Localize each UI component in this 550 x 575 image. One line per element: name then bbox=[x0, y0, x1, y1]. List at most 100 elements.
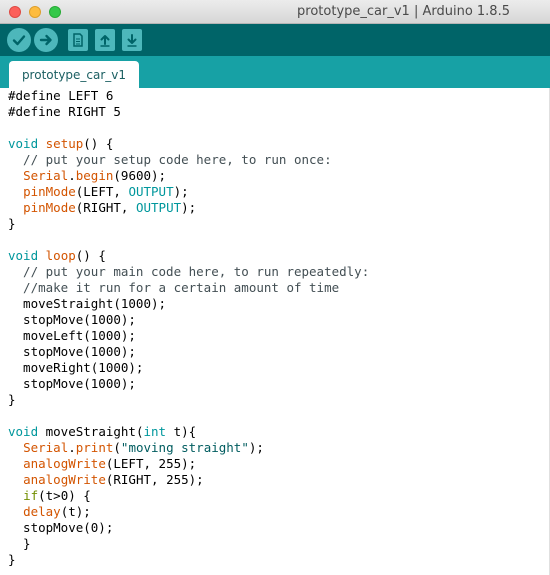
code-token: void bbox=[8, 136, 39, 151]
tab-prototype-car-v1[interactable]: prototype_car_v1 bbox=[9, 61, 139, 88]
down-arrow-icon bbox=[127, 34, 137, 47]
code-line[interactable]: pinMode(LEFT, OUTPUT); bbox=[8, 184, 369, 200]
code-token: moveRight(1000); bbox=[8, 360, 144, 375]
code-line[interactable]: delay(t); bbox=[8, 504, 369, 520]
open-button[interactable] bbox=[95, 29, 115, 51]
code-token: (RIGHT, 255); bbox=[105, 472, 204, 487]
code-token: () { bbox=[75, 248, 106, 263]
code-token: moveStraight( bbox=[38, 424, 144, 439]
code-line[interactable]: void loop() { bbox=[8, 248, 369, 264]
code-token: begin bbox=[75, 168, 114, 183]
new-sketch-button[interactable] bbox=[68, 29, 88, 51]
code-line[interactable]: stopMove(1000); bbox=[8, 344, 369, 360]
code-line[interactable]: void setup() { bbox=[8, 136, 369, 152]
code-token: if bbox=[23, 488, 39, 503]
code-token: //make it run for a certain amount of ti… bbox=[8, 280, 340, 295]
code-token: . bbox=[68, 168, 76, 183]
code-token: analogWrite bbox=[23, 472, 106, 487]
code-line[interactable]: stopMove(1000); bbox=[8, 376, 369, 392]
code-line[interactable]: moveLeft(1000); bbox=[8, 328, 369, 344]
code-token: stopMove(1000); bbox=[8, 312, 136, 327]
save-button[interactable] bbox=[122, 29, 142, 51]
code-line[interactable]: void moveStraight(int t){ bbox=[8, 424, 369, 440]
code-line[interactable]: } bbox=[8, 216, 369, 232]
code-line[interactable]: //make it run for a certain amount of ti… bbox=[8, 280, 369, 296]
code-token: moveStraight(1000); bbox=[8, 296, 167, 311]
code-line[interactable]: pinMode(RIGHT, OUTPUT); bbox=[8, 200, 369, 216]
code-token: (LEFT, 255); bbox=[105, 456, 197, 471]
code-line[interactable]: // put your setup code here, to run once… bbox=[8, 152, 369, 168]
code-token: (t); bbox=[60, 504, 91, 519]
code-token: ); bbox=[181, 200, 197, 215]
code-token: void bbox=[8, 424, 39, 439]
maximize-window-button[interactable] bbox=[49, 6, 61, 18]
code-line[interactable]: analogWrite(RIGHT, 255); bbox=[8, 472, 369, 488]
code-line[interactable]: } bbox=[8, 536, 369, 552]
document-icon bbox=[73, 33, 83, 47]
code-line[interactable]: #define LEFT 6 bbox=[8, 88, 369, 104]
code-token: setup bbox=[45, 136, 84, 151]
code-token: (RIGHT, bbox=[75, 200, 136, 215]
code-line[interactable]: moveStraight(1000); bbox=[8, 296, 369, 312]
code-line[interactable]: Serial.begin(9600); bbox=[8, 168, 369, 184]
upload-button[interactable] bbox=[34, 28, 58, 52]
code-line[interactable]: // put your main code here, to run repea… bbox=[8, 264, 369, 280]
window-title: prototype_car_v1 | Arduino 1.8.5 bbox=[297, 4, 510, 19]
code-token: delay bbox=[23, 504, 61, 519]
code-token: ( bbox=[113, 440, 121, 455]
code-line[interactable]: analogWrite(LEFT, 255); bbox=[8, 456, 369, 472]
code-editor[interactable]: #define LEFT 6#define RIGHT 5​void setup… bbox=[0, 88, 550, 575]
code-line[interactable]: } bbox=[8, 392, 369, 408]
code-token: t){ bbox=[166, 424, 197, 439]
code-line[interactable]: ​ bbox=[8, 408, 369, 424]
code-token: stopMove(1000); bbox=[8, 344, 136, 359]
code-token: analogWrite bbox=[23, 456, 106, 471]
code-text[interactable]: #define LEFT 6#define RIGHT 5​void setup… bbox=[8, 88, 369, 568]
code-token: stopMove(0); bbox=[8, 520, 114, 535]
code-line[interactable]: #define RIGHT 5 bbox=[8, 104, 369, 120]
code-token: } bbox=[8, 552, 16, 567]
toolbar bbox=[0, 24, 550, 56]
code-token: // put your main code here, to run repea… bbox=[8, 264, 370, 279]
code-token: OUTPUT bbox=[135, 200, 182, 215]
tab-bar: prototype_car_v1 bbox=[0, 56, 550, 88]
code-token: ); bbox=[248, 440, 264, 455]
code-token: () { bbox=[83, 136, 114, 151]
code-line[interactable]: } bbox=[8, 552, 369, 568]
code-line[interactable]: ​ bbox=[8, 232, 369, 248]
code-token: void bbox=[8, 248, 39, 263]
code-token: print bbox=[75, 440, 114, 455]
code-line[interactable]: if(t>0) { bbox=[8, 488, 369, 504]
code-token: Serial bbox=[23, 168, 69, 183]
code-token: pinMode bbox=[23, 184, 76, 199]
code-token: // put your setup code here, to run once… bbox=[8, 152, 332, 167]
code-token: } bbox=[8, 536, 31, 551]
code-line[interactable]: moveRight(1000); bbox=[8, 360, 369, 376]
minimize-window-button[interactable] bbox=[29, 6, 41, 18]
code-token: (t>0) { bbox=[38, 488, 91, 503]
code-token: moveLeft(1000); bbox=[8, 328, 136, 343]
right-arrow-icon bbox=[39, 34, 52, 46]
checkmark-icon bbox=[12, 35, 26, 46]
code-token: stopMove(1000); bbox=[8, 376, 136, 391]
title-bar: prototype_car_v1 | Arduino 1.8.5 bbox=[0, 0, 550, 24]
code-token: . bbox=[68, 440, 76, 455]
code-line[interactable]: ​ bbox=[8, 120, 369, 136]
code-line[interactable]: Serial.print("moving straight"); bbox=[8, 440, 369, 456]
code-token: pinMode bbox=[23, 200, 76, 215]
code-token: OUTPUT bbox=[128, 184, 174, 199]
close-window-button[interactable] bbox=[9, 6, 21, 18]
verify-button[interactable] bbox=[7, 28, 31, 52]
code-line[interactable]: stopMove(0); bbox=[8, 520, 369, 536]
code-line[interactable]: stopMove(1000); bbox=[8, 312, 369, 328]
